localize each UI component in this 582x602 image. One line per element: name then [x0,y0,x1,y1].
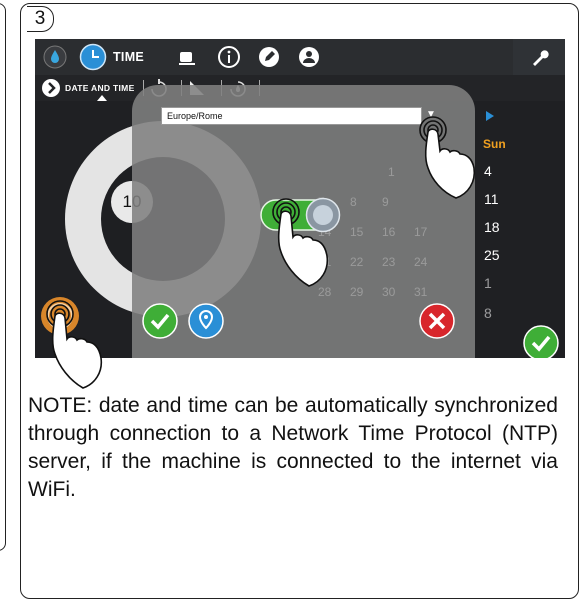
settings-tab[interactable] [513,39,565,75]
calendar-day[interactable]: 11 [484,191,499,207]
faded-grid-number: 31 [414,285,428,299]
faded-grid-number: 8 [350,195,357,209]
timezone-select[interactable]: Europe/Rome [161,107,422,125]
tab-time[interactable]: TIME [79,43,157,71]
note-text: NOTE: date and time can be automatically… [28,394,558,501]
calendar-day[interactable]: 1 [484,275,492,291]
weekday-header: Sun [483,137,506,151]
confirm-button-right[interactable] [523,325,559,358]
calendar-day[interactable]: 4 [484,163,492,179]
cancel-button[interactable] [419,303,455,339]
tab-time-label: TIME [113,50,145,64]
hand-pointer-icon [272,198,329,287]
step-number-badge: 3 [27,6,54,32]
faded-grid-number: 30 [382,285,396,299]
calendar-day[interactable]: 18 [484,219,500,235]
water-drop-icon[interactable] [43,45,67,69]
faded-grid-number: 29 [350,285,364,299]
hand-pointer-icon [419,116,476,199]
tab-date-and-time[interactable]: DATE AND TIME [65,83,135,93]
calendar-day[interactable]: 8 [484,305,492,321]
edit-icon[interactable] [257,45,281,69]
previous-panel-frame [0,3,6,551]
user-icon[interactable] [297,45,321,69]
clock-icon [79,43,107,71]
next-month-arrow-icon[interactable] [486,111,494,121]
info-icon[interactable] [217,45,241,69]
location-button[interactable] [188,303,224,339]
faded-grid-number: 1 [388,165,395,179]
faded-grid-number: 9 [382,195,389,209]
chevron-right-icon[interactable] [41,78,61,98]
faded-grid-number: 15 [350,225,364,239]
cup-icon[interactable] [175,45,199,69]
faded-grid-number: 16 [382,225,396,239]
hand-pointer-icon [46,300,103,389]
wrench-icon [529,46,551,68]
faded-grid-number: 17 [414,225,428,239]
faded-grid-number: 23 [382,255,396,269]
top-navigation-bar: TIME [35,39,565,76]
faded-grid-number: 24 [414,255,428,269]
calendar-day[interactable]: 25 [484,247,500,263]
faded-grid-number: 22 [350,255,364,269]
confirm-button[interactable] [142,303,178,339]
